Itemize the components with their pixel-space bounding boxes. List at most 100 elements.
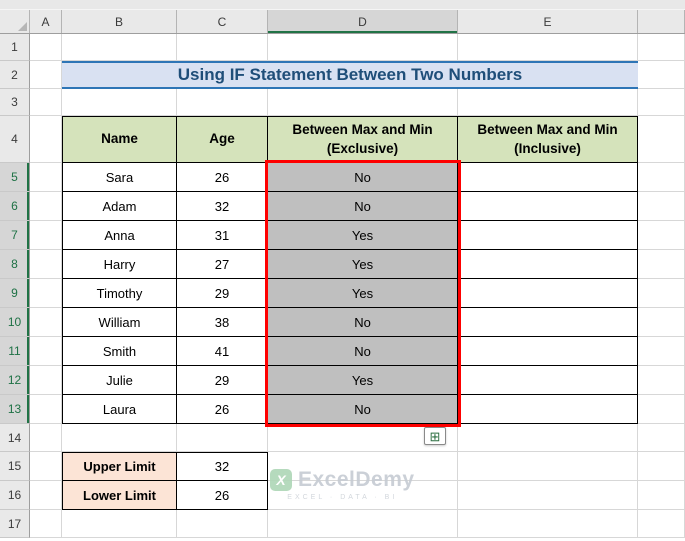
column-header-c[interactable]: C bbox=[177, 10, 268, 33]
cell[interactable] bbox=[62, 424, 177, 452]
cell[interactable] bbox=[458, 89, 638, 116]
cell[interactable] bbox=[30, 510, 62, 538]
exclusive-cell[interactable]: Yes bbox=[268, 221, 458, 250]
cell[interactable] bbox=[638, 250, 685, 279]
row-header-1[interactable]: 1 bbox=[0, 34, 30, 61]
column-header-f[interactable] bbox=[638, 10, 685, 33]
cell[interactable] bbox=[177, 424, 268, 452]
column-header-b[interactable]: B bbox=[62, 10, 177, 33]
cell[interactable] bbox=[638, 192, 685, 221]
cell[interactable] bbox=[638, 34, 685, 61]
name-cell[interactable]: Harry bbox=[62, 250, 177, 279]
cell[interactable] bbox=[638, 279, 685, 308]
table-header-age[interactable]: Age bbox=[177, 116, 268, 163]
row-header-8[interactable]: 8 bbox=[0, 250, 30, 279]
exclusive-cell[interactable]: No bbox=[268, 163, 458, 192]
row-header-16[interactable]: 16 bbox=[0, 481, 30, 510]
cell[interactable] bbox=[638, 424, 685, 452]
inclusive-cell[interactable] bbox=[458, 221, 638, 250]
cell[interactable] bbox=[458, 481, 638, 510]
age-cell[interactable]: 27 bbox=[177, 250, 268, 279]
cell[interactable] bbox=[638, 481, 685, 510]
age-cell[interactable]: 38 bbox=[177, 308, 268, 337]
row-header-17[interactable]: 17 bbox=[0, 510, 30, 538]
cell[interactable] bbox=[30, 308, 62, 337]
inclusive-cell[interactable] bbox=[458, 395, 638, 424]
cell[interactable] bbox=[177, 34, 268, 61]
cell[interactable] bbox=[638, 452, 685, 481]
cell[interactable] bbox=[30, 163, 62, 192]
cell[interactable] bbox=[458, 452, 638, 481]
cell[interactable] bbox=[268, 510, 458, 538]
cell[interactable] bbox=[458, 34, 638, 61]
cell[interactable] bbox=[638, 337, 685, 366]
cell[interactable] bbox=[30, 279, 62, 308]
row-header-3[interactable]: 3 bbox=[0, 89, 30, 116]
cell[interactable] bbox=[30, 337, 62, 366]
lower-limit-label[interactable]: Lower Limit bbox=[62, 481, 177, 510]
age-cell[interactable]: 29 bbox=[177, 366, 268, 395]
cell[interactable] bbox=[30, 424, 62, 452]
row-header-5[interactable]: 5 bbox=[0, 163, 30, 192]
cell[interactable] bbox=[62, 89, 177, 116]
cell[interactable] bbox=[177, 510, 268, 538]
cell[interactable] bbox=[638, 510, 685, 538]
inclusive-cell[interactable] bbox=[458, 250, 638, 279]
row-header-15[interactable]: 15 bbox=[0, 452, 30, 481]
row-header-9[interactable]: 9 bbox=[0, 279, 30, 308]
cell[interactable] bbox=[62, 510, 177, 538]
cell[interactable] bbox=[638, 163, 685, 192]
cell[interactable] bbox=[30, 395, 62, 424]
cell[interactable] bbox=[638, 395, 685, 424]
autofill-options-button[interactable]: ⊞ bbox=[424, 427, 446, 445]
cell[interactable] bbox=[177, 89, 268, 116]
exclusive-cell[interactable]: Yes bbox=[268, 366, 458, 395]
cell[interactable] bbox=[458, 424, 638, 452]
age-cell[interactable]: 26 bbox=[177, 163, 268, 192]
name-cell[interactable]: Adam bbox=[62, 192, 177, 221]
exclusive-cell[interactable]: No bbox=[268, 337, 458, 366]
cell[interactable] bbox=[638, 366, 685, 395]
name-cell[interactable]: Timothy bbox=[62, 279, 177, 308]
cell[interactable] bbox=[30, 250, 62, 279]
cell[interactable] bbox=[30, 452, 62, 481]
worksheet-title[interactable]: Using IF Statement Between Two Numbers bbox=[62, 61, 638, 89]
row-header-14[interactable]: 14 bbox=[0, 424, 30, 452]
row-header-10[interactable]: 10 bbox=[0, 308, 30, 337]
inclusive-cell[interactable] bbox=[458, 192, 638, 221]
cell[interactable] bbox=[638, 221, 685, 250]
exclusive-cell[interactable]: Yes bbox=[268, 279, 458, 308]
cell[interactable] bbox=[30, 192, 62, 221]
column-header-a[interactable]: A bbox=[30, 10, 62, 33]
upper-limit-value[interactable]: 32 bbox=[177, 452, 268, 481]
table-header-inclusive[interactable]: Between Max and Min (Inclusive) bbox=[458, 116, 638, 163]
exclusive-cell[interactable]: No bbox=[268, 192, 458, 221]
cell[interactable] bbox=[638, 308, 685, 337]
exclusive-cell[interactable]: No bbox=[268, 308, 458, 337]
inclusive-cell[interactable] bbox=[458, 366, 638, 395]
cell[interactable] bbox=[268, 34, 458, 61]
cell[interactable] bbox=[268, 481, 458, 510]
name-cell[interactable]: Sara bbox=[62, 163, 177, 192]
cell[interactable] bbox=[30, 116, 62, 163]
cell[interactable] bbox=[30, 34, 62, 61]
select-all-corner[interactable] bbox=[0, 10, 30, 33]
age-cell[interactable]: 29 bbox=[177, 279, 268, 308]
cell[interactable] bbox=[458, 510, 638, 538]
cell[interactable] bbox=[638, 61, 685, 89]
row-header-2[interactable]: 2 bbox=[0, 61, 30, 89]
row-header-7[interactable]: 7 bbox=[0, 221, 30, 250]
age-cell[interactable]: 41 bbox=[177, 337, 268, 366]
table-header-name[interactable]: Name bbox=[62, 116, 177, 163]
row-header-6[interactable]: 6 bbox=[0, 192, 30, 221]
cell[interactable] bbox=[638, 116, 685, 163]
age-cell[interactable]: 26 bbox=[177, 395, 268, 424]
column-header-d[interactable]: D bbox=[268, 10, 458, 33]
inclusive-cell[interactable] bbox=[458, 163, 638, 192]
age-cell[interactable]: 32 bbox=[177, 192, 268, 221]
lower-limit-value[interactable]: 26 bbox=[177, 481, 268, 510]
row-header-11[interactable]: 11 bbox=[0, 337, 30, 366]
name-cell[interactable]: Julie bbox=[62, 366, 177, 395]
cell[interactable] bbox=[30, 366, 62, 395]
cell[interactable] bbox=[268, 452, 458, 481]
